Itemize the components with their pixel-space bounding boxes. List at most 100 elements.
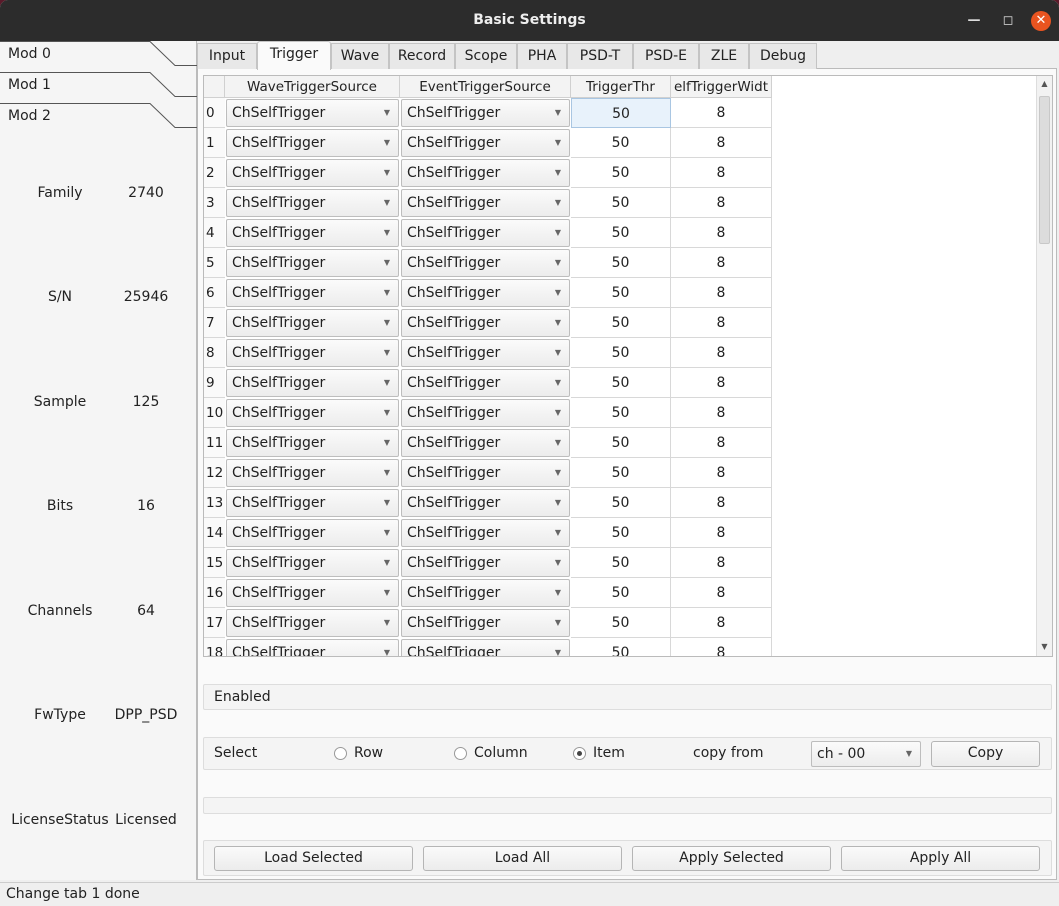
- row-header[interactable]: 8: [204, 338, 225, 368]
- self-trigger-width-cell[interactable]: 8: [671, 308, 772, 338]
- self-trigger-width-cell[interactable]: 8: [671, 428, 772, 458]
- wave-trigger-source-select[interactable]: ChSelfTrigger ▼: [226, 609, 399, 637]
- row-header[interactable]: 10: [204, 398, 225, 428]
- self-trigger-width-cell[interactable]: 8: [671, 128, 772, 158]
- row-header[interactable]: 11: [204, 428, 225, 458]
- event-trigger-source-select[interactable]: ChSelfTrigger ▼: [401, 579, 570, 607]
- tab-pha[interactable]: PHA: [517, 43, 567, 69]
- maximize-icon[interactable]: ◻: [998, 11, 1018, 31]
- event-trigger-source-select[interactable]: ChSelfTrigger ▼: [401, 549, 570, 577]
- event-trigger-source-select[interactable]: ChSelfTrigger ▼: [401, 459, 570, 487]
- copy-from-select[interactable]: ch - 00 ▼: [811, 741, 921, 767]
- row-header[interactable]: 7: [204, 308, 225, 338]
- wave-trigger-source-select[interactable]: ChSelfTrigger ▼: [226, 189, 399, 217]
- row-header[interactable]: 1: [204, 128, 225, 158]
- event-trigger-source-select[interactable]: ChSelfTrigger ▼: [401, 279, 570, 307]
- row-header[interactable]: 9: [204, 368, 225, 398]
- minimize-icon[interactable]: —: [964, 11, 984, 31]
- item-radio[interactable]: [573, 747, 586, 760]
- tab-trigger[interactable]: Trigger: [257, 41, 331, 70]
- wave-trigger-source-select[interactable]: ChSelfTrigger ▼: [226, 519, 399, 547]
- tab-psd-t[interactable]: PSD-T: [567, 43, 633, 69]
- self-trigger-width-cell[interactable]: 8: [671, 368, 772, 398]
- event-trigger-source-select[interactable]: ChSelfTrigger ▼: [401, 219, 570, 247]
- wave-trigger-source-select[interactable]: ChSelfTrigger ▼: [226, 129, 399, 157]
- column-header[interactable]: TriggerThr: [571, 76, 671, 98]
- vertical-scrollbar[interactable]: ▲ ▼: [1036, 76, 1052, 656]
- wave-trigger-source-select[interactable]: ChSelfTrigger ▼: [226, 579, 399, 607]
- module-tab-0[interactable]: Mod 0: [0, 41, 197, 72]
- wave-trigger-source-select[interactable]: ChSelfTrigger ▼: [226, 399, 399, 427]
- wave-trigger-source-select[interactable]: ChSelfTrigger ▼: [226, 249, 399, 277]
- event-trigger-source-select[interactable]: ChSelfTrigger ▼: [401, 609, 570, 637]
- row-radio[interactable]: [334, 747, 347, 760]
- event-trigger-source-select[interactable]: ChSelfTrigger ▼: [401, 189, 570, 217]
- event-trigger-source-select[interactable]: ChSelfTrigger ▼: [401, 489, 570, 517]
- trigger-thr-cell[interactable]: 50: [571, 248, 671, 278]
- row-header[interactable]: 6: [204, 278, 225, 308]
- column-header[interactable]: EventTriggerSource: [400, 76, 571, 98]
- wave-trigger-source-select[interactable]: ChSelfTrigger ▼: [226, 369, 399, 397]
- scroll-thumb[interactable]: [1039, 96, 1050, 244]
- apply-selected-button[interactable]: Apply Selected: [632, 846, 831, 871]
- event-trigger-source-select[interactable]: ChSelfTrigger ▼: [401, 399, 570, 427]
- scroll-up-icon[interactable]: ▲: [1037, 79, 1052, 88]
- wave-trigger-source-select[interactable]: ChSelfTrigger ▼: [226, 639, 399, 656]
- event-trigger-source-select[interactable]: ChSelfTrigger ▼: [401, 309, 570, 337]
- wave-trigger-source-select[interactable]: ChSelfTrigger ▼: [226, 279, 399, 307]
- trigger-thr-cell[interactable]: 50: [571, 398, 671, 428]
- load-selected-button[interactable]: Load Selected: [214, 846, 413, 871]
- self-trigger-width-cell[interactable]: 8: [671, 158, 772, 188]
- row-header[interactable]: 5: [204, 248, 225, 278]
- tab-psd-e[interactable]: PSD-E: [633, 43, 699, 69]
- wave-trigger-source-select[interactable]: ChSelfTrigger ▼: [226, 429, 399, 457]
- trigger-thr-cell[interactable]: 50: [571, 218, 671, 248]
- trigger-thr-cell[interactable]: 50: [571, 638, 671, 656]
- tab-debug[interactable]: Debug: [749, 43, 817, 69]
- event-trigger-source-select[interactable]: ChSelfTrigger ▼: [401, 639, 570, 656]
- event-trigger-source-select[interactable]: ChSelfTrigger ▼: [401, 159, 570, 187]
- self-trigger-width-cell[interactable]: 8: [671, 458, 772, 488]
- row-header[interactable]: 3: [204, 188, 225, 218]
- row-header[interactable]: 0: [204, 98, 225, 128]
- event-trigger-source-select[interactable]: ChSelfTrigger ▼: [401, 429, 570, 457]
- column-header[interactable]: WaveTriggerSource: [225, 76, 400, 98]
- column-header[interactable]: elfTriggerWidt: [671, 76, 772, 98]
- trigger-thr-cell[interactable]: 50: [571, 608, 671, 638]
- wave-trigger-source-select[interactable]: ChSelfTrigger ▼: [226, 459, 399, 487]
- trigger-thr-cell[interactable]: 50: [571, 458, 671, 488]
- row-header[interactable]: 18: [204, 638, 225, 656]
- trigger-thr-cell[interactable]: 50: [571, 188, 671, 218]
- wave-trigger-source-select[interactable]: ChSelfTrigger ▼: [226, 219, 399, 247]
- self-trigger-width-cell[interactable]: 8: [671, 518, 772, 548]
- self-trigger-width-cell[interactable]: 8: [671, 608, 772, 638]
- event-trigger-source-select[interactable]: ChSelfTrigger ▼: [401, 249, 570, 277]
- self-trigger-width-cell[interactable]: 8: [671, 218, 772, 248]
- trigger-thr-cell[interactable]: 50: [571, 158, 671, 188]
- trigger-thr-cell[interactable]: 50: [571, 278, 671, 308]
- wave-trigger-source-select[interactable]: ChSelfTrigger ▼: [226, 99, 399, 127]
- row-header[interactable]: 13: [204, 488, 225, 518]
- wave-trigger-source-select[interactable]: ChSelfTrigger ▼: [226, 339, 399, 367]
- self-trigger-width-cell[interactable]: 8: [671, 248, 772, 278]
- tab-scope[interactable]: Scope: [455, 43, 517, 69]
- trigger-thr-cell[interactable]: 50: [571, 578, 671, 608]
- trigger-thr-cell[interactable]: 50: [571, 428, 671, 458]
- self-trigger-width-cell[interactable]: 8: [671, 548, 772, 578]
- tab-zle[interactable]: ZLE: [699, 43, 749, 69]
- tab-record[interactable]: Record: [389, 43, 455, 69]
- self-trigger-width-cell[interactable]: 8: [671, 398, 772, 428]
- row-header[interactable]: 4: [204, 218, 225, 248]
- event-trigger-source-select[interactable]: ChSelfTrigger ▼: [401, 129, 570, 157]
- module-tab-1[interactable]: Mod 1: [0, 72, 197, 103]
- wave-trigger-source-select[interactable]: ChSelfTrigger ▼: [226, 159, 399, 187]
- event-trigger-source-select[interactable]: ChSelfTrigger ▼: [401, 99, 570, 127]
- module-tab-2[interactable]: Mod 2: [0, 103, 197, 134]
- event-trigger-source-select[interactable]: ChSelfTrigger ▼: [401, 519, 570, 547]
- row-header[interactable]: 12: [204, 458, 225, 488]
- trigger-thr-cell[interactable]: 50: [571, 128, 671, 158]
- apply-all-button[interactable]: Apply All: [841, 846, 1040, 871]
- wave-trigger-source-select[interactable]: ChSelfTrigger ▼: [226, 309, 399, 337]
- self-trigger-width-cell[interactable]: 8: [671, 188, 772, 218]
- row-header[interactable]: 2: [204, 158, 225, 188]
